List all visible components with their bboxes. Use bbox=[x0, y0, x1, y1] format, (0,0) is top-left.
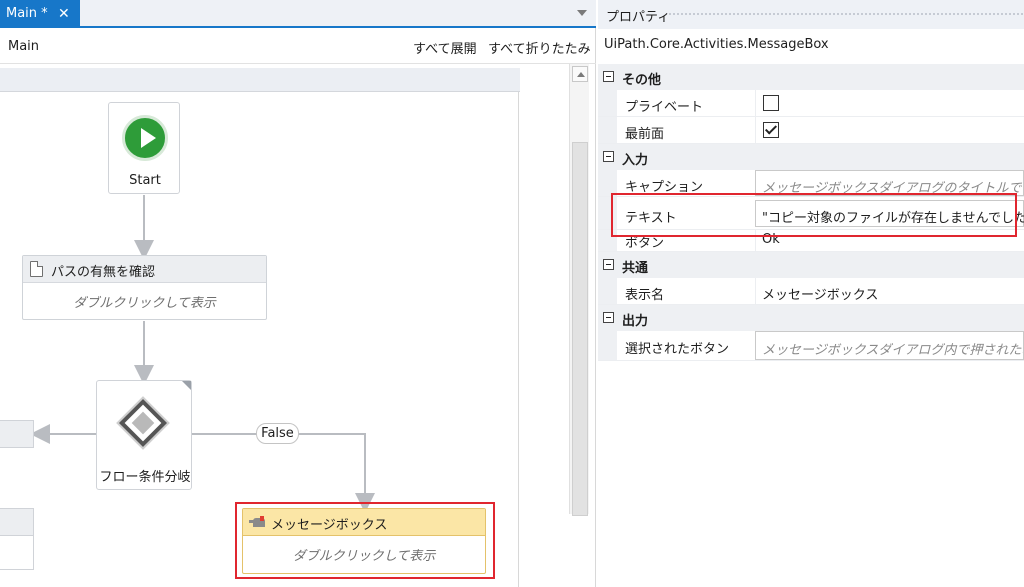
scroll-thumb[interactable] bbox=[572, 142, 588, 516]
selected-button-field[interactable]: メッセージボックスダイアログ内で押されたボタン bbox=[755, 331, 1024, 360]
properties-title: プロパティ bbox=[606, 10, 671, 25]
selected-button-placeholder: メッセージボックスダイアログ内で押されたボタン bbox=[762, 343, 1023, 358]
category-common[interactable]: 共通 bbox=[598, 252, 1024, 278]
property-row-selected-button: 選択されたボタン メッセージボックスダイアログ内で押されたボタン bbox=[598, 331, 1024, 361]
collapse-icon[interactable] bbox=[603, 71, 614, 82]
connector-decision-false bbox=[192, 433, 375, 513]
activity-hint: ダブルクリックして表示 bbox=[73, 296, 216, 311]
offscreen-activity[interactable] bbox=[0, 420, 34, 448]
close-icon[interactable]: ✕ bbox=[58, 0, 70, 28]
activity-title: パスの有無を確認 bbox=[51, 265, 156, 280]
vertical-scrollbar[interactable] bbox=[569, 64, 589, 516]
collapse-all-link[interactable]: すべて折りたたみ bbox=[488, 38, 591, 57]
play-icon bbox=[122, 115, 168, 161]
offscreen-activity[interactable] bbox=[0, 508, 34, 570]
breadcrumb-bar: Main すべて展開 すべて折りたたみ bbox=[0, 30, 596, 64]
checkmark-icon bbox=[764, 122, 778, 135]
decision-diamond-icon bbox=[118, 398, 168, 448]
document-icon bbox=[30, 261, 43, 277]
category-label: その他 bbox=[622, 73, 662, 88]
flowchart-canvas[interactable]: Start パスの有無を確認 ダブルクリックして表示 フロー条件分岐 False… bbox=[0, 64, 570, 587]
scroll-up-icon[interactable] bbox=[572, 66, 588, 82]
property-name: 最前面 bbox=[625, 127, 665, 142]
decision-label: フロー条件分岐 bbox=[99, 470, 191, 485]
category-input[interactable]: 入力 bbox=[598, 144, 1024, 170]
activity-class-name: UiPath.Core.Activities.MessageBox bbox=[604, 37, 829, 52]
collapse-icon[interactable] bbox=[603, 312, 614, 323]
start-node[interactable]: Start bbox=[108, 102, 180, 194]
collapse-icon[interactable] bbox=[603, 151, 614, 162]
property-name: プライベート bbox=[625, 100, 704, 115]
category-label: 出力 bbox=[622, 314, 649, 329]
property-row-topmost: 最前面 bbox=[598, 117, 1024, 144]
highlight-box bbox=[611, 193, 1017, 237]
topmost-checkbox[interactable] bbox=[763, 122, 779, 138]
property-row-private: プライベート bbox=[598, 90, 1024, 117]
activity-check-path[interactable]: パスの有無を確認 ダブルクリックして表示 bbox=[22, 255, 267, 320]
tab-main-label: Main * bbox=[6, 6, 48, 21]
category-label: 共通 bbox=[622, 261, 649, 276]
display-name-field[interactable]: メッセージボックス bbox=[755, 278, 1024, 304]
properties-pane: プロパティ UiPath.Core.Activities.MessageBox … bbox=[598, 0, 1024, 587]
start-label: Start bbox=[129, 173, 161, 188]
display-name-value: メッセージボックス bbox=[762, 288, 879, 303]
corner-marker-icon bbox=[182, 381, 191, 390]
category-label: 入力 bbox=[622, 153, 649, 168]
workflow-designer-pane: Main * ✕ Main すべて展開 すべて折りたたみ Start パスの有無… bbox=[0, 0, 596, 587]
panel-grip[interactable] bbox=[668, 12, 1024, 17]
false-branch-label[interactable]: False bbox=[256, 423, 299, 444]
tab-main[interactable]: Main * ✕ bbox=[0, 0, 80, 28]
property-name: 表示名 bbox=[625, 288, 665, 303]
expand-all-link[interactable]: すべて展開 bbox=[413, 38, 477, 57]
document-tabstrip: Main * ✕ bbox=[0, 0, 596, 28]
collapse-icon[interactable] bbox=[603, 259, 614, 270]
property-name: 選択されたボタン bbox=[625, 342, 730, 357]
private-checkbox[interactable] bbox=[763, 95, 779, 111]
property-row-display-name: 表示名 メッセージボックス bbox=[598, 278, 1024, 305]
breadcrumb[interactable]: Main bbox=[8, 39, 39, 54]
highlight-box bbox=[235, 502, 495, 579]
properties-header: プロパティ bbox=[598, 0, 1024, 29]
chevron-down-icon[interactable] bbox=[577, 10, 587, 16]
category-misc[interactable]: その他 bbox=[598, 64, 1024, 90]
flow-decision-node[interactable]: フロー条件分岐 bbox=[96, 380, 192, 490]
category-output[interactable]: 出力 bbox=[598, 305, 1024, 331]
